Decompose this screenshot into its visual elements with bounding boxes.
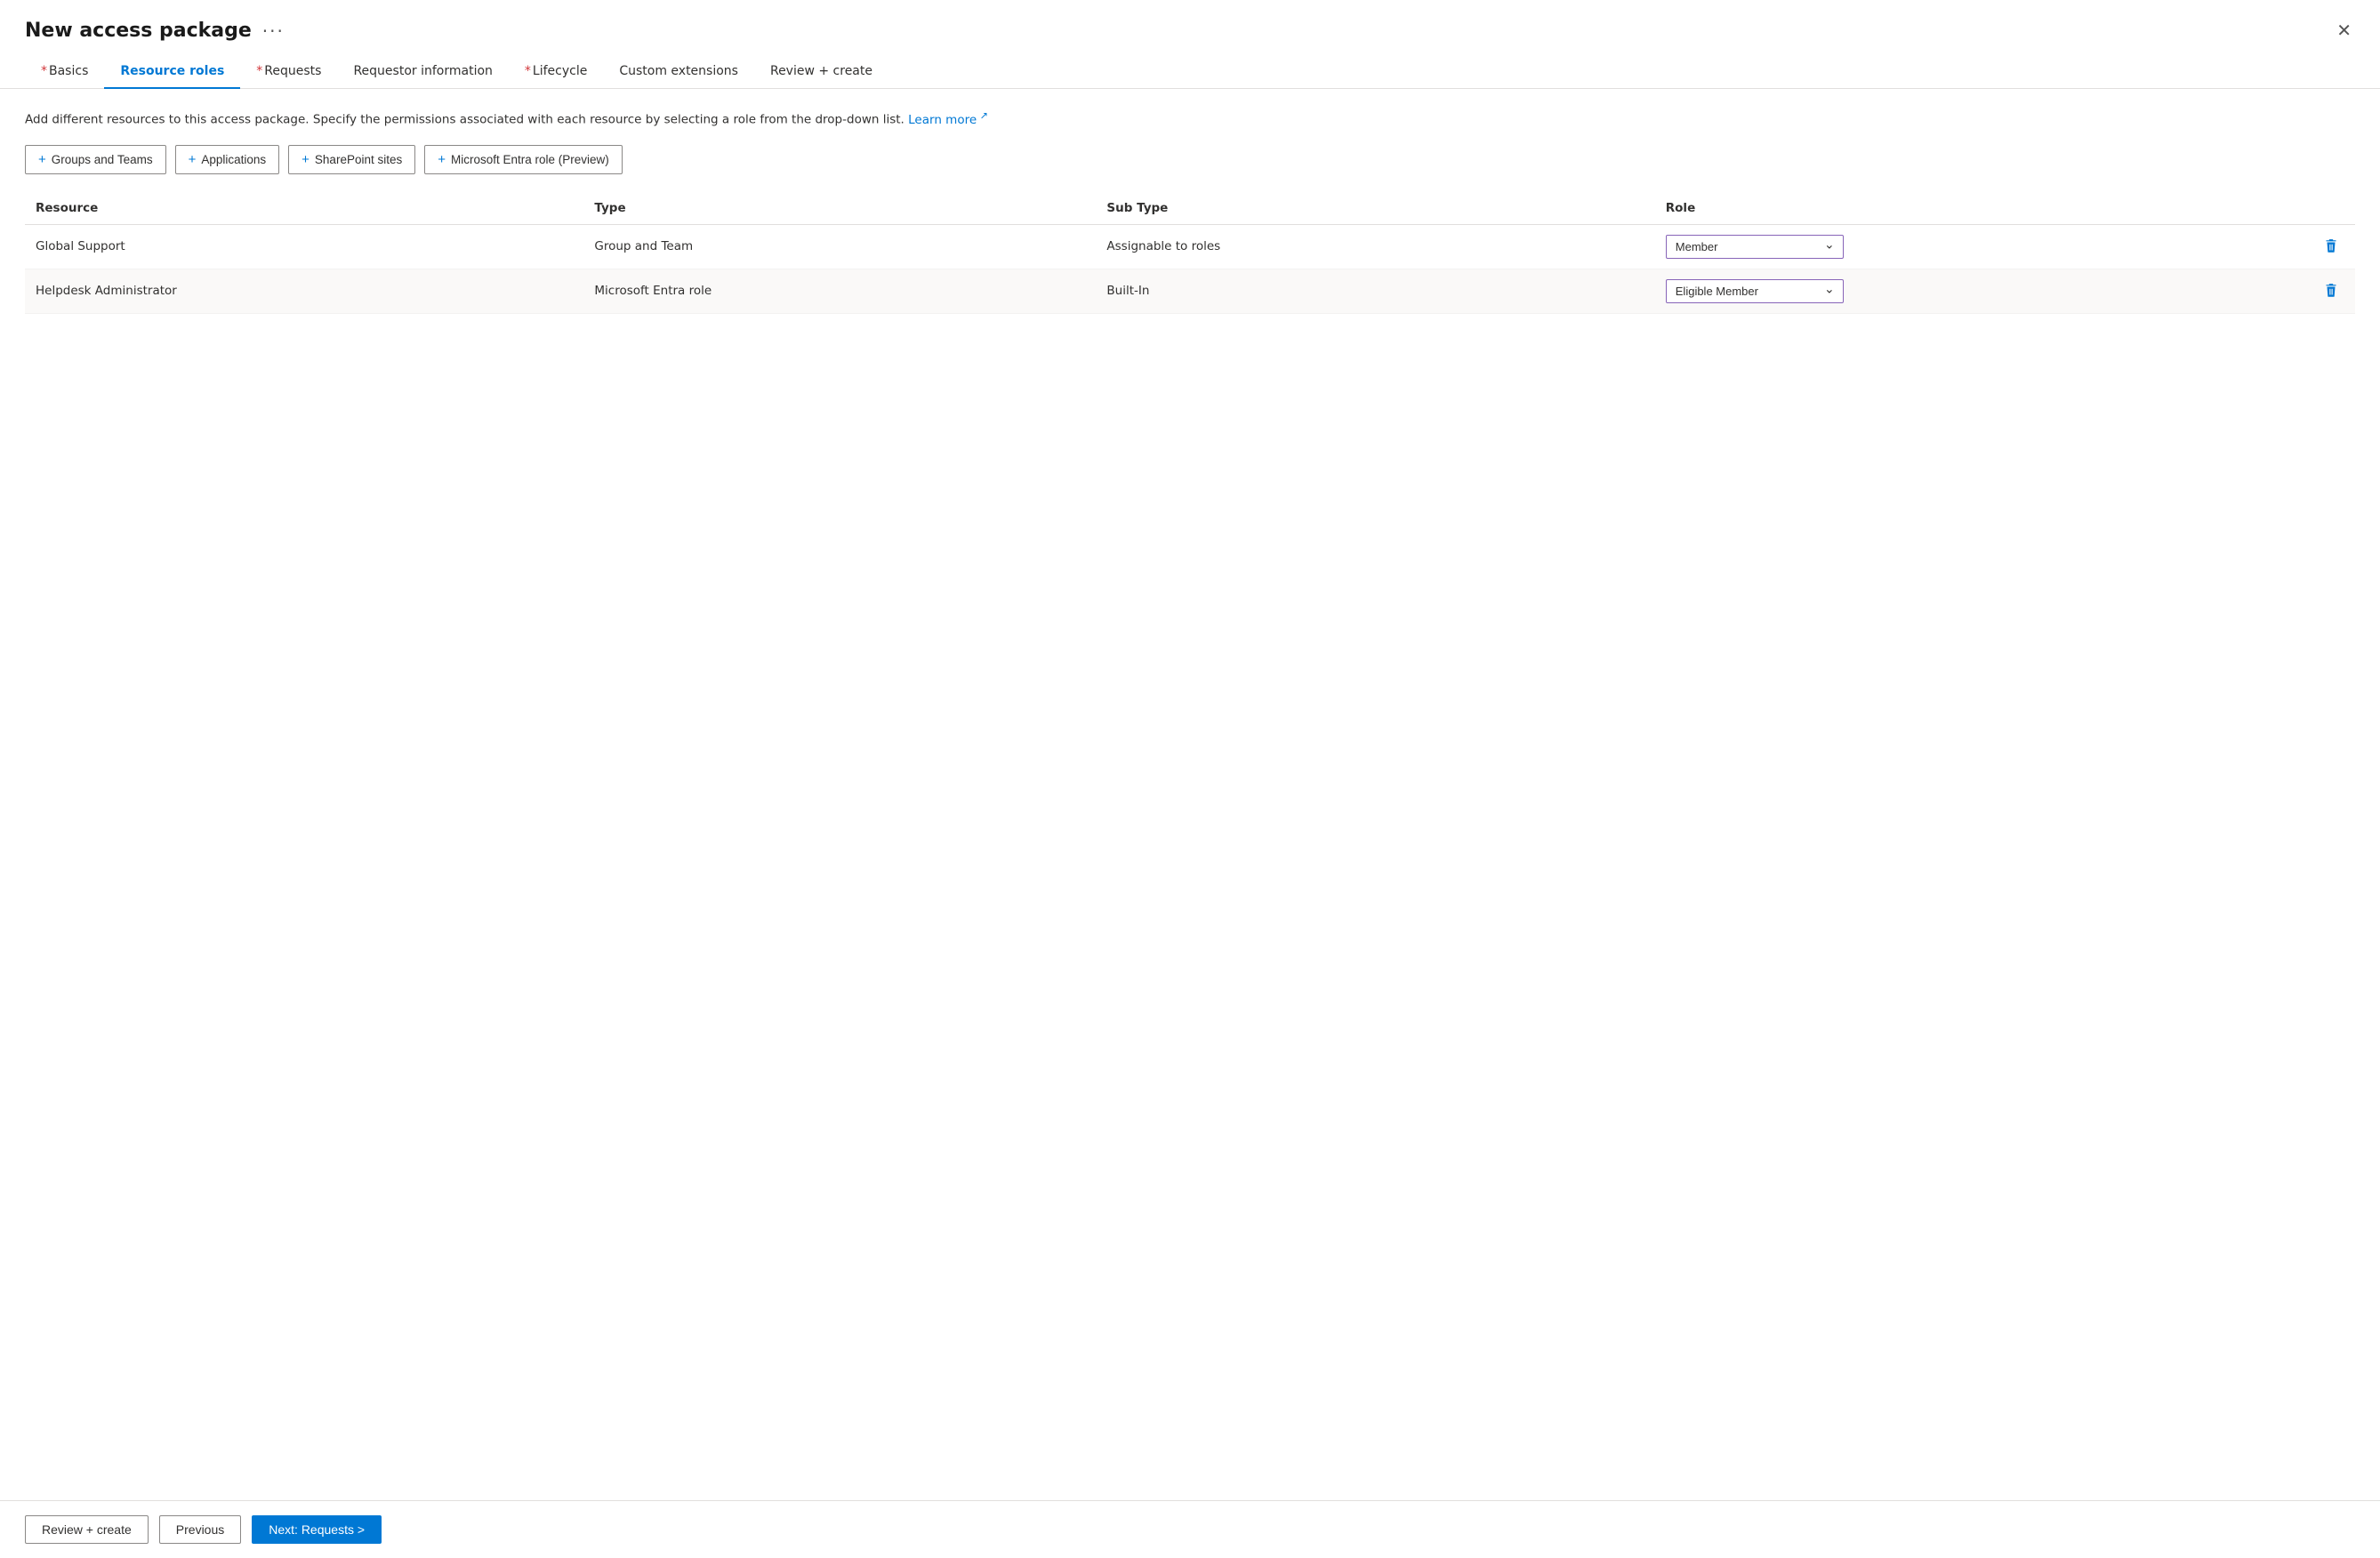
add-sharepoint-sites-button[interactable]: + SharePoint sites xyxy=(288,145,415,174)
add-groups-teams-button[interactable]: + Groups and Teams xyxy=(25,145,166,174)
col-header-type: Type xyxy=(583,192,1096,225)
add-microsoft-entra-role-button[interactable]: + Microsoft Entra role (Preview) xyxy=(424,145,623,174)
type-cell: Group and Team xyxy=(583,224,1096,269)
dialog-header: New access package ··· ✕ xyxy=(0,0,2380,54)
new-access-package-dialog: New access package ··· ✕ *Basics Resourc… xyxy=(0,0,2380,1558)
dialog-title: New access package xyxy=(25,20,252,42)
role-cell: Eligible Member Active Member xyxy=(1655,269,2307,313)
action-cell xyxy=(2307,224,2355,269)
close-button[interactable]: ✕ xyxy=(2333,16,2355,45)
resource-name-cell: Global Support xyxy=(25,224,583,269)
dialog-header-left: New access package ··· xyxy=(25,20,285,42)
trash-icon xyxy=(2323,238,2339,254)
previous-button[interactable]: Previous xyxy=(159,1515,241,1544)
more-options-icon[interactable]: ··· xyxy=(262,20,285,42)
plus-icon: + xyxy=(38,152,46,167)
table-header-row: Resource Type Sub Type Role xyxy=(25,192,2355,225)
tab-custom-extensions[interactable]: Custom extensions xyxy=(603,55,754,89)
plus-icon: + xyxy=(438,152,446,167)
add-resource-buttons: + Groups and Teams + Applications + Shar… xyxy=(25,145,2355,174)
dialog-footer: Review + create Previous Next: Requests … xyxy=(0,1500,2380,1558)
type-cell: Microsoft Entra role xyxy=(583,269,1096,313)
role-dropdown-row1[interactable]: Member Owner xyxy=(1666,235,1844,259)
col-header-action xyxy=(2307,192,2355,225)
main-content: Add different resources to this access p… xyxy=(0,89,2380,1500)
tabs-nav: *Basics Resource roles *Requests Request… xyxy=(0,54,2380,89)
review-create-button[interactable]: Review + create xyxy=(25,1515,149,1544)
delete-row2-button[interactable] xyxy=(2318,279,2344,302)
close-icon: ✕ xyxy=(2336,20,2352,42)
tab-requests[interactable]: *Requests xyxy=(240,55,337,89)
plus-icon: + xyxy=(189,152,197,167)
add-applications-button[interactable]: + Applications xyxy=(175,145,280,174)
external-link-icon: ↗ xyxy=(977,109,988,121)
required-marker: * xyxy=(41,64,47,78)
col-header-role: Role xyxy=(1655,192,2307,225)
tab-basics[interactable]: *Basics xyxy=(25,55,104,89)
description-text: Add different resources to this access p… xyxy=(25,108,2355,129)
resource-name-cell: Helpdesk Administrator xyxy=(25,269,583,313)
table-row: Helpdesk Administrator Microsoft Entra r… xyxy=(25,269,2355,313)
next-button[interactable]: Next: Requests > xyxy=(252,1515,382,1544)
delete-row1-button[interactable] xyxy=(2318,235,2344,258)
action-cell xyxy=(2307,269,2355,313)
subtype-cell: Built-In xyxy=(1096,269,1654,313)
learn-more-link[interactable]: Learn more ↗ xyxy=(908,113,988,127)
col-header-resource: Resource xyxy=(25,192,583,225)
table-row: Global Support Group and Team Assignable… xyxy=(25,224,2355,269)
trash-icon xyxy=(2323,283,2339,299)
resource-table: Resource Type Sub Type Role Global Suppo… xyxy=(25,192,2355,314)
tab-review-create[interactable]: Review + create xyxy=(754,55,888,89)
role-cell: Member Owner xyxy=(1655,224,2307,269)
role-select-wrapper: Member Owner xyxy=(1666,235,1844,259)
tab-resource-roles[interactable]: Resource roles xyxy=(104,55,240,89)
required-marker: * xyxy=(525,64,531,78)
role-dropdown-row2[interactable]: Eligible Member Active Member xyxy=(1666,279,1844,303)
role-select-wrapper: Eligible Member Active Member xyxy=(1666,279,1844,303)
subtype-cell: Assignable to roles xyxy=(1096,224,1654,269)
tab-lifecycle[interactable]: *Lifecycle xyxy=(509,55,603,89)
required-marker: * xyxy=(256,64,262,78)
plus-icon: + xyxy=(302,152,310,167)
col-header-subtype: Sub Type xyxy=(1096,192,1654,225)
tab-requestor-information[interactable]: Requestor information xyxy=(337,55,508,89)
